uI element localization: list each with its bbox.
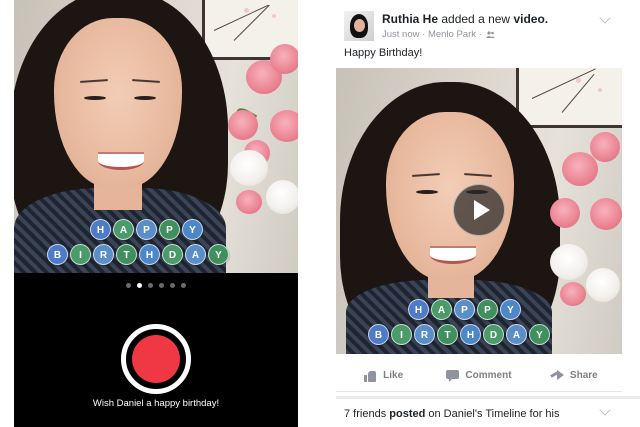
post-options-chevron-icon[interactable] bbox=[599, 12, 611, 24]
author-name[interactable]: Ruthia He bbox=[382, 12, 438, 26]
post-action: added a new bbox=[441, 12, 511, 26]
page-dot[interactable] bbox=[148, 283, 153, 288]
share-button[interactable]: Share bbox=[527, 360, 622, 391]
birthday-overlay-row1: HAPPY bbox=[90, 219, 205, 240]
friends-story-text[interactable]: 7 friends posted on Daniel's Timeline fo… bbox=[344, 408, 560, 420]
birthday-letter: Y bbox=[529, 324, 550, 345]
share-icon bbox=[551, 369, 564, 382]
birthday-letter: Y bbox=[500, 299, 521, 320]
screenshot: HAPPY BIRTHDAY Wish Daniel a happy birth… bbox=[0, 0, 640, 427]
page-dots bbox=[14, 283, 298, 288]
birthday-letter: D bbox=[162, 244, 183, 265]
post-object[interactable]: video. bbox=[513, 12, 548, 26]
birthday-letter: I bbox=[391, 324, 412, 345]
birthday-letter: A bbox=[185, 244, 206, 265]
page-dot[interactable] bbox=[159, 283, 164, 288]
birthday-letter: A bbox=[113, 219, 134, 240]
birthday-letter: H bbox=[460, 324, 481, 345]
comment-icon bbox=[446, 369, 460, 382]
birthday-letter: T bbox=[116, 244, 137, 265]
birthday-letter: T bbox=[437, 324, 458, 345]
post-time[interactable]: Just now bbox=[382, 29, 420, 40]
birthday-letter: B bbox=[47, 244, 68, 265]
friends-icon bbox=[486, 31, 496, 38]
birthday-letter: H bbox=[408, 299, 429, 320]
birthday-letter: B bbox=[368, 324, 389, 345]
post-meta: Just now · Menlo Park · bbox=[382, 29, 496, 40]
record-button[interactable] bbox=[121, 324, 191, 394]
birthday-letter: P bbox=[477, 299, 498, 320]
post-location[interactable]: Menlo Park bbox=[428, 29, 476, 40]
post-header: Ruthia He added a new video. bbox=[382, 12, 548, 26]
page-dot[interactable] bbox=[181, 283, 186, 288]
post-text: Happy Birthday! bbox=[344, 47, 423, 59]
birthday-overlay-row2: BIRTHDAY bbox=[47, 244, 231, 265]
page-dot[interactable] bbox=[126, 283, 131, 288]
story-options-chevron-icon[interactable] bbox=[599, 404, 611, 416]
birthday-letter: A bbox=[506, 324, 527, 345]
birthday-letter: D bbox=[483, 324, 504, 345]
birthday-overlay-row2: BIRTHDAY bbox=[368, 324, 552, 345]
meta-separator: · bbox=[478, 29, 482, 40]
birthday-overlay-row1: HAPPY bbox=[408, 299, 523, 320]
birthday-letter: H bbox=[90, 219, 111, 240]
meta-separator: · bbox=[422, 29, 426, 40]
birthday-letter: R bbox=[93, 244, 114, 265]
birthday-letter: I bbox=[70, 244, 91, 265]
comment-button[interactable]: Comment bbox=[431, 360, 526, 391]
birthday-letter: Y bbox=[182, 219, 203, 240]
birthday-letter: H bbox=[139, 244, 160, 265]
birthday-letter: P bbox=[454, 299, 475, 320]
like-button[interactable]: Like bbox=[336, 360, 431, 391]
page-dot[interactable] bbox=[170, 283, 175, 288]
page-dot[interactable] bbox=[137, 283, 142, 288]
post-actions: Like Comment Share bbox=[336, 360, 622, 392]
birthday-letter: P bbox=[159, 219, 180, 240]
birthday-letter: R bbox=[414, 324, 435, 345]
play-icon[interactable] bbox=[453, 184, 505, 236]
feed-divider bbox=[336, 396, 640, 399]
birthday-letter: P bbox=[136, 219, 157, 240]
camera-screen: HAPPY BIRTHDAY Wish Daniel a happy birth… bbox=[14, 0, 298, 427]
camera-caption: Wish Daniel a happy birthday! bbox=[92, 398, 220, 409]
birthday-letter: Y bbox=[208, 244, 229, 265]
birthday-letter: A bbox=[431, 299, 452, 320]
facebook-post: Ruthia He added a new video. Just now · … bbox=[336, 0, 640, 427]
camera-preview: HAPPY BIRTHDAY bbox=[14, 0, 298, 273]
video-player[interactable]: HAPPY BIRTHDAY bbox=[336, 68, 622, 354]
avatar[interactable] bbox=[344, 11, 374, 41]
like-icon bbox=[364, 370, 377, 382]
record-icon bbox=[132, 335, 180, 383]
